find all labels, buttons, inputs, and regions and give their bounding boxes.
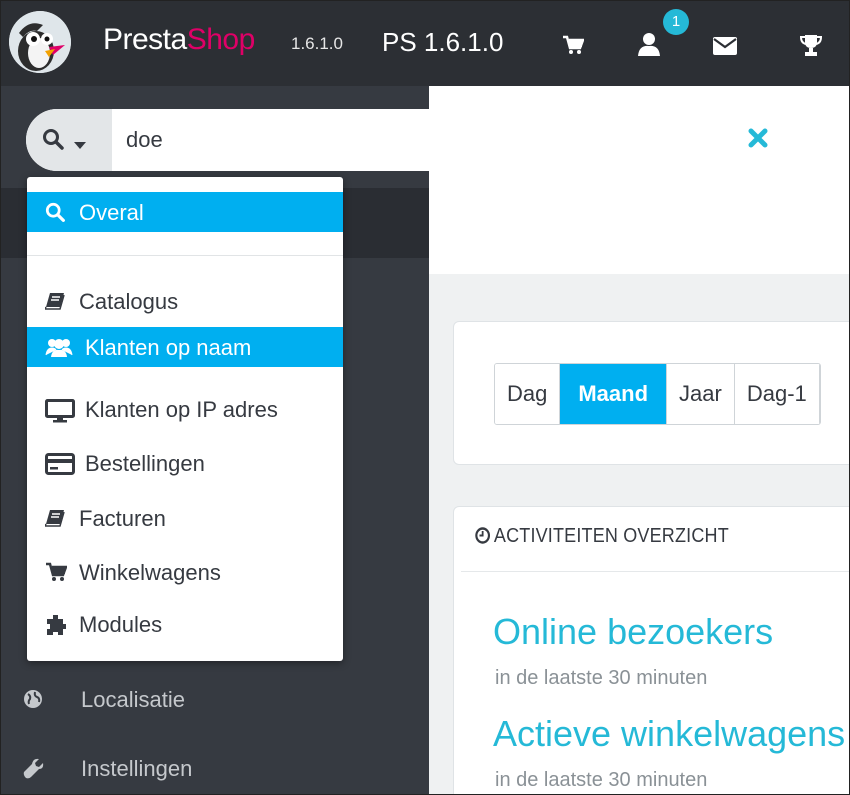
brand-name: PrestaShop xyxy=(103,23,255,56)
online-visitors-subtitle: in de laatste 30 minuten xyxy=(495,667,708,689)
book-icon xyxy=(43,291,65,316)
divider xyxy=(461,571,849,572)
search-type-toggle[interactable] xyxy=(26,109,112,171)
trophy-icon[interactable] xyxy=(799,33,823,62)
notification-badge: 1 xyxy=(663,9,689,35)
version-label: 1.6.1.0 xyxy=(291,34,343,53)
puzzle-icon xyxy=(45,614,67,641)
clock-icon xyxy=(475,527,491,550)
sidebar-item-label: Localisatie xyxy=(81,687,185,712)
activity-panel-heading: ACTIVITEITEN OVERZICHT xyxy=(475,525,729,550)
search-option-modules[interactable]: Modules xyxy=(27,604,343,644)
top-navbar: PrestaShop 1.6.1.0 PS 1.6.1.0 1 xyxy=(1,1,849,86)
user-icon[interactable] xyxy=(637,31,661,62)
cart-icon[interactable] xyxy=(562,35,585,60)
desktop-icon xyxy=(45,399,75,428)
clear-search-icon[interactable] xyxy=(747,127,769,154)
search-option-label: Overal xyxy=(79,200,144,225)
book-icon xyxy=(43,508,65,533)
search-option-klanten-op-ip[interactable]: Klanten op IP adres xyxy=(27,389,343,429)
online-visitors-title[interactable]: Online bezoekers xyxy=(493,611,773,653)
users-icon xyxy=(45,337,73,362)
search-option-label: Bestellingen xyxy=(85,451,205,476)
dropdown-divider xyxy=(27,255,343,256)
search-option-facturen[interactable]: Facturen xyxy=(27,498,343,538)
admin-window: PrestaShop 1.6.1.0 PS 1.6.1.0 1 Localisa… xyxy=(0,0,850,795)
mail-icon[interactable] xyxy=(713,37,737,60)
search-option-label: Modules xyxy=(79,612,163,637)
search-option-label: Facturen xyxy=(79,506,166,531)
period-button-dag-1[interactable]: Dag-1 xyxy=(734,364,820,424)
period-button-dag[interactable]: Dag xyxy=(495,364,561,424)
globe-icon xyxy=(23,689,43,714)
sidebar-item-label: Instellingen xyxy=(81,756,193,781)
shop-name-link[interactable]: PS 1.6.1.0 xyxy=(382,27,503,58)
search-option-overal[interactable]: Overal xyxy=(27,192,343,232)
search-icon xyxy=(45,202,67,229)
period-button-group: Dag Maand Jaar Dag-1 xyxy=(494,363,821,425)
cart-icon xyxy=(45,562,68,587)
active-carts-subtitle: in de laatste 30 minuten xyxy=(495,769,708,791)
search-option-klanten-op-naam[interactable]: Klanten op naam xyxy=(27,327,343,367)
search-option-bestellingen[interactable]: Bestellingen xyxy=(27,443,343,483)
wrench-icon xyxy=(23,758,45,785)
period-button-maand[interactable]: Maand xyxy=(560,364,668,424)
credit-card-icon xyxy=(45,453,75,480)
search-option-label: Catalogus xyxy=(79,289,179,314)
search-input[interactable] xyxy=(126,122,726,158)
search-icon xyxy=(42,128,66,157)
period-button-jaar[interactable]: Jaar xyxy=(667,364,735,424)
search-option-winkelwagens[interactable]: Winkelwagens xyxy=(27,552,343,592)
search-option-label: Klanten op IP adres xyxy=(85,397,278,422)
sidebar-item-instellingen[interactable]: Instellingen xyxy=(1,748,429,788)
prestashop-logo[interactable] xyxy=(9,11,71,73)
active-carts-title[interactable]: Actieve winkelwagens xyxy=(493,713,845,755)
caret-down-icon xyxy=(74,137,86,155)
search-option-label: Winkelwagens xyxy=(79,560,221,585)
search-option-label: Klanten op naam xyxy=(85,335,252,360)
search-option-catalogus[interactable]: Catalogus xyxy=(27,281,343,321)
sidebar-item-localisatie[interactable]: Localisatie xyxy=(1,679,429,719)
